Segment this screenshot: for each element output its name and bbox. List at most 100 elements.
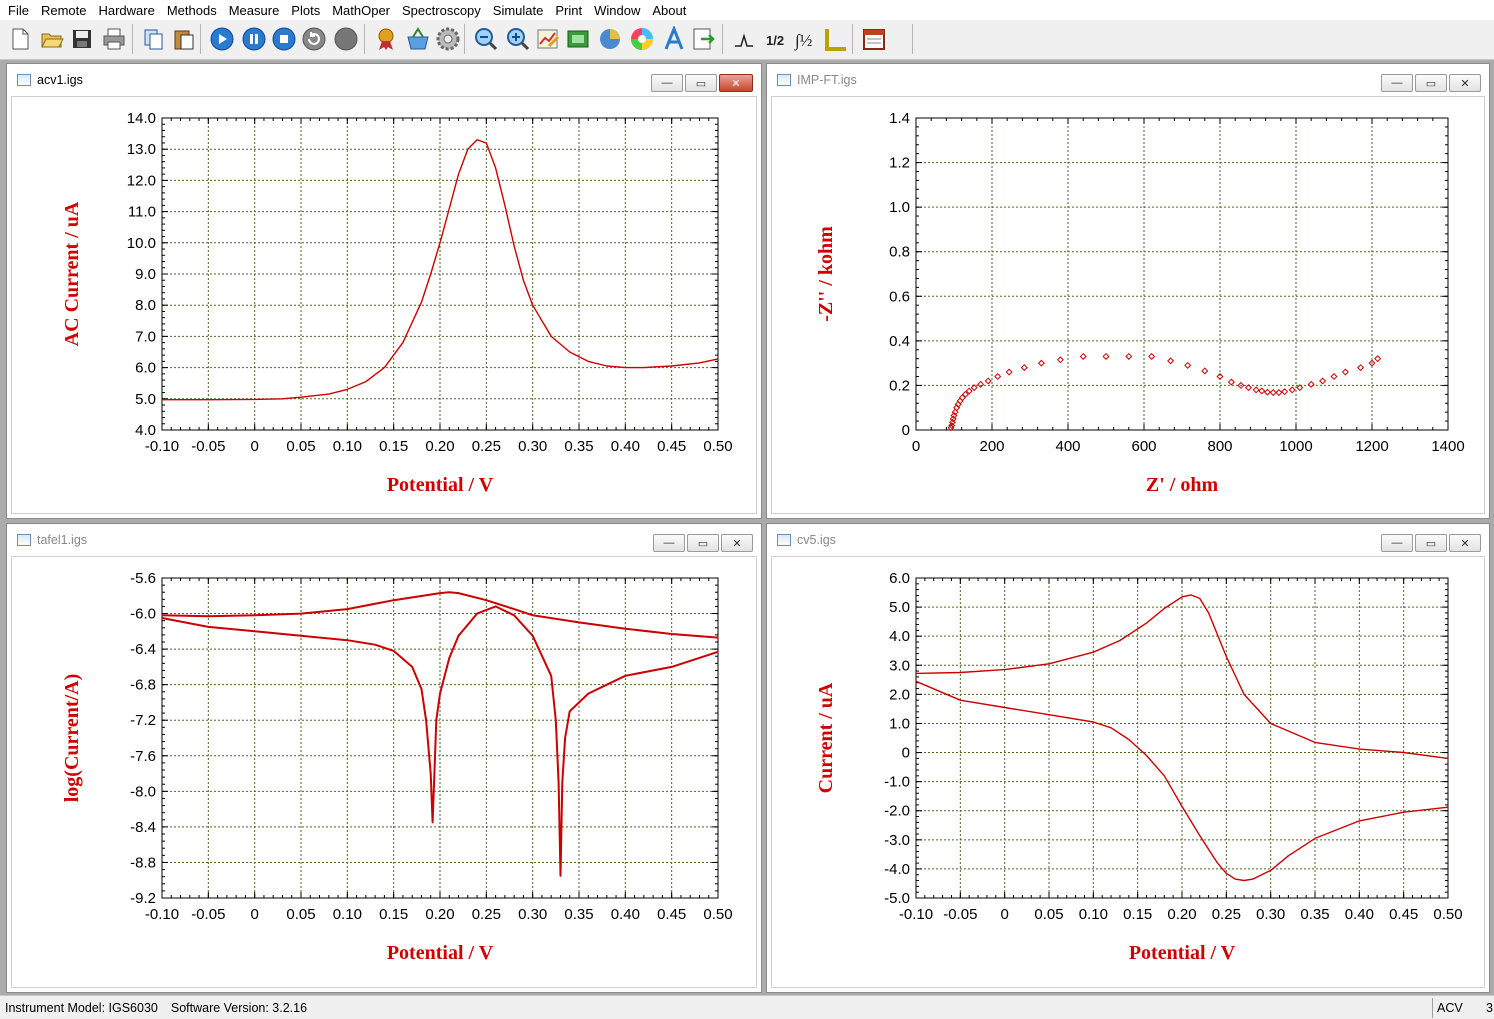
restore-button[interactable]: ▭: [687, 534, 719, 552]
x-tick-label: 0.05: [286, 438, 315, 455]
peak-icon[interactable]: [730, 25, 758, 53]
x-tick-label: 0.10: [1079, 906, 1108, 923]
ruler-icon[interactable]: [822, 25, 850, 53]
y-tick-label: 6.0: [889, 570, 910, 587]
y-tick-label: 8.0: [135, 297, 156, 314]
restore-button[interactable]: ▭: [1415, 534, 1447, 552]
minimize-button[interactable]: —: [1381, 74, 1413, 92]
window-cv5[interactable]: cv5.igs — ▭ ✕ -0.10 -0.05 0 0.05 0.10 0.15 0.2…: [766, 523, 1490, 993]
x-tick-label: 0.25: [472, 438, 501, 455]
y-tick-label: 0.8: [889, 244, 910, 261]
window-titlebar[interactable]: tafel1.igs — ▭ ✕: [7, 524, 761, 556]
minimize-button[interactable]: —: [653, 534, 685, 552]
stop-icon[interactable]: [270, 25, 298, 53]
text-a-icon[interactable]: [660, 25, 688, 53]
y-tick-label: -8.8: [130, 854, 156, 871]
menu-about[interactable]: About: [646, 3, 692, 18]
window-titlebar[interactable]: IMP-FT.igs — ▭ ✕: [767, 64, 1489, 96]
open-folder-icon[interactable]: [38, 25, 66, 53]
x-tick-label: -0.05: [191, 906, 225, 923]
window-titlebar[interactable]: cv5.igs — ▭ ✕: [767, 524, 1489, 556]
y-axis-title: -Z'' / kohm: [815, 226, 837, 322]
menu-file[interactable]: File: [0, 3, 35, 18]
export-icon[interactable]: [690, 25, 718, 53]
gray-circle-icon[interactable]: [332, 25, 360, 53]
window-titlebar[interactable]: acv1.igs — ▭ ✕: [7, 64, 761, 96]
menu-print[interactable]: Print: [549, 3, 588, 18]
print-icon[interactable]: [100, 25, 128, 53]
x-tick-label: 0.10: [333, 906, 362, 923]
minimize-button[interactable]: —: [651, 74, 683, 92]
pause-icon[interactable]: [240, 25, 268, 53]
close-button[interactable]: ✕: [1449, 534, 1481, 552]
y-tick-label: 12.0: [127, 172, 156, 189]
repeat-icon[interactable]: [300, 25, 328, 53]
plot-area[interactable]: -0.10 -0.05 0 0.05 0.10 0.15 0.20 0.25 0.30 0.35 0…: [11, 556, 757, 988]
new-file-icon[interactable]: [6, 25, 34, 53]
data-point: [1275, 389, 1283, 397]
run-icon[interactable]: [208, 25, 236, 53]
plot-area[interactable]: -0.10 -0.05 0 0.05 0.10 0.15 0.20 0.25 0.30 0.35 0…: [771, 556, 1485, 988]
y-tick-label: 6.0: [135, 360, 156, 377]
y-tick-label: 0.4: [889, 333, 910, 350]
y-axis-title: AC Current / uA: [61, 201, 83, 346]
menu-window[interactable]: Window: [588, 3, 646, 18]
badge-icon[interactable]: [372, 25, 400, 53]
plot-area[interactable]: 0 200 400 600 800 1000 1200 1400 1.4 1.2 1.0 0.8 0.6…: [771, 96, 1485, 514]
menu-hardware[interactable]: Hardware: [92, 3, 160, 18]
y-tick-label: -3.0: [884, 832, 910, 849]
restore-button[interactable]: ▭: [1415, 74, 1447, 92]
y-tick-label: -6.0: [130, 606, 156, 623]
settings-gear-icon[interactable]: [434, 25, 462, 53]
menu-plots[interactable]: Plots: [285, 3, 326, 18]
y-tick-label: 7.0: [135, 328, 156, 345]
y-tick-label: -7.2: [130, 712, 156, 729]
y-tick-label: -6.4: [130, 641, 156, 658]
save-icon[interactable]: [68, 25, 96, 53]
basket-icon[interactable]: [404, 25, 432, 53]
edit-chart-icon[interactable]: [534, 25, 562, 53]
y-tick-label: -4.0: [884, 861, 910, 878]
zoom-in-icon[interactable]: [504, 25, 532, 53]
window-imp-ft[interactable]: IMP-FT.igs — ▭ ✕ 0 200 400 600 800 1000 1200 14…: [766, 63, 1490, 519]
restore-button[interactable]: ▭: [685, 74, 717, 92]
window-acv1[interactable]: acv1.igs — ▭ ✕ -0.10 -0.05 0 0.05 0.10 0.15 0.…: [6, 63, 762, 519]
green-board-icon[interactable]: [564, 25, 592, 53]
menu-spectroscopy[interactable]: Spectroscopy: [396, 3, 487, 18]
menu-mathoper[interactable]: MathOper: [326, 3, 396, 18]
menu-methods[interactable]: Methods: [161, 3, 223, 18]
x-tick-label: 0.40: [1345, 906, 1374, 923]
close-button[interactable]: ✕: [1449, 74, 1481, 92]
data-point: [1341, 368, 1349, 376]
y-tick-label: -5.0: [884, 890, 910, 907]
zoom-out-icon[interactable]: [472, 25, 500, 53]
close-button[interactable]: ✕: [719, 74, 753, 92]
data-point: [1252, 386, 1260, 394]
y-tick-label: -1.0: [884, 774, 910, 791]
y-tick-label: -5.6: [130, 570, 156, 587]
menu-simulate[interactable]: Simulate: [487, 3, 550, 18]
color-wheel-icon[interactable]: [628, 25, 656, 53]
close-button[interactable]: ✕: [721, 534, 753, 552]
y-tick-label: 11.0: [128, 204, 156, 221]
y-tick-label: 5.0: [135, 391, 156, 408]
menu-measure[interactable]: Measure: [223, 3, 286, 18]
minimize-button[interactable]: —: [1381, 534, 1413, 552]
pie-icon[interactable]: [596, 25, 624, 53]
copy-icon[interactable]: [140, 25, 168, 53]
window-tafel1[interactable]: tafel1.igs — ▭ ✕ -0.10 -0.05 0 0.05 0.10 0.15…: [6, 523, 762, 993]
x-tick-label: 0: [912, 438, 920, 455]
integral-half-icon[interactable]: ∫½: [792, 25, 820, 53]
x-tick-label: 0.15: [379, 438, 408, 455]
calendar-icon[interactable]: [860, 25, 888, 53]
paste-icon[interactable]: [170, 25, 198, 53]
half-fraction-icon[interactable]: 1/2: [762, 25, 790, 53]
menu-remote[interactable]: Remote: [35, 3, 93, 18]
x-tick-label: 400: [1055, 438, 1080, 455]
window-title: acv1.igs: [37, 73, 83, 87]
acv-chart[interactable]: -0.10 -0.05 0 0.05 0.10 0.15 0.20 0.25 0.30 0.35 0…: [12, 97, 758, 515]
cv-chart[interactable]: -0.10 -0.05 0 0.05 0.10 0.15 0.20 0.25 0.30 0.35 0…: [772, 557, 1486, 989]
tafel-chart[interactable]: -0.10 -0.05 0 0.05 0.10 0.15 0.20 0.25 0.30 0.35 0…: [12, 557, 758, 989]
plot-area[interactable]: -0.10 -0.05 0 0.05 0.10 0.15 0.20 0.25 0.30 0.35 0…: [11, 96, 757, 514]
impedance-chart[interactable]: 0 200 400 600 800 1000 1200 1400 1.4 1.2 1.0 0.8 0.6…: [772, 97, 1486, 515]
